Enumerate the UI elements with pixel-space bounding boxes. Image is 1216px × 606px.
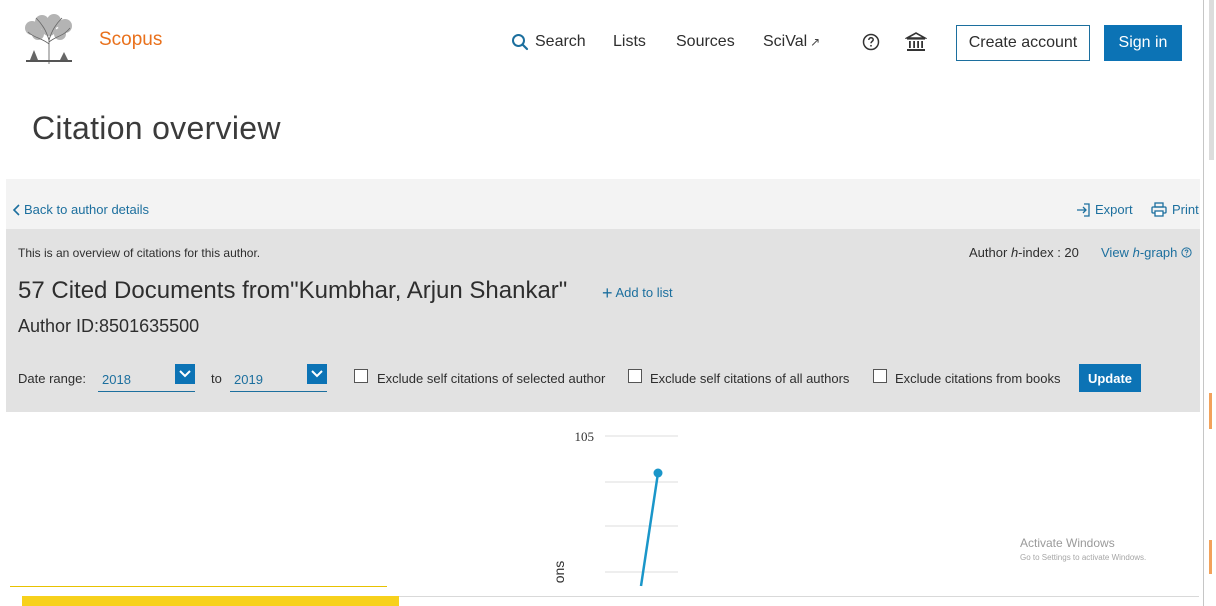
view-h-graph-link[interactable]: View h-graph: [1101, 245, 1192, 260]
cited-documents-title: 57 Cited Documents from"Kumbhar, Arjun S…: [18, 277, 568, 304]
chevron-down-icon: [175, 364, 195, 384]
exclude-self-selected-checkbox[interactable]: [354, 369, 368, 383]
update-button[interactable]: Update: [1079, 364, 1141, 392]
citation-chart: 105 ons: [551, 429, 678, 587]
help-circle-icon[interactable]: [862, 33, 880, 51]
bottom-divider: [399, 596, 1199, 597]
add-to-list-link[interactable]: + Add to list: [602, 282, 673, 303]
windows-watermark-subtitle: Go to Settings to activate Windows.: [1020, 553, 1147, 562]
view-h: h: [1132, 245, 1140, 260]
print-label: Print: [1172, 202, 1199, 217]
export-icon: [1077, 202, 1090, 217]
series-line: [639, 472, 660, 587]
back-link-label: Back to author details: [24, 202, 150, 217]
nav-scival-label: SciVal: [763, 33, 808, 50]
export-label: Export: [1095, 202, 1133, 217]
nav-lists[interactable]: Lists: [613, 33, 646, 51]
hindex-label: Author: [969, 245, 1008, 260]
author-id: Author ID:8501635500: [18, 316, 200, 336]
exclude-books-checkbox[interactable]: [873, 369, 887, 383]
author-h-index: Author h-index : 20: [969, 245, 1079, 260]
to-label: to: [211, 371, 222, 386]
page-title: Citation overview: [32, 110, 281, 146]
print-icon: [1151, 202, 1167, 217]
plus-icon: +: [602, 282, 613, 303]
highlight-rule: [10, 586, 387, 587]
exclude-self-all-checkbox[interactable]: [628, 369, 642, 383]
overview-intro: This is an overview of citations for thi…: [18, 246, 261, 260]
toolbar: Back to author details Export Print: [6, 179, 1207, 229]
filters-row: Date range: 2018 to 2019 Exclude self ci…: [18, 362, 1198, 396]
chevron-left-icon: [12, 203, 20, 216]
search-icon: [512, 34, 529, 51]
scroll-marker: [1209, 393, 1212, 429]
y-axis-label: ons: [551, 561, 567, 584]
nav-search-label: Search: [535, 33, 586, 50]
date-to-select[interactable]: 2019: [230, 364, 327, 392]
highlight-bar: [22, 596, 399, 606]
scroll-marker: [1209, 540, 1212, 574]
windows-watermark-title: Activate Windows: [1020, 536, 1115, 550]
nav-sources[interactable]: Sources: [676, 33, 735, 51]
exclude-books-label: Exclude citations from books: [895, 371, 1061, 386]
brand-name[interactable]: Scopus: [99, 29, 162, 51]
help-circle-icon: [1181, 247, 1192, 258]
date-to-value: 2019: [234, 372, 263, 387]
date-from-select[interactable]: 2018: [98, 364, 195, 392]
nav-search[interactable]: Search: [511, 33, 586, 51]
create-account-button[interactable]: Create account: [956, 25, 1090, 61]
chevron-down-icon: [307, 364, 327, 384]
date-range-label: Date range:: [18, 371, 86, 386]
nav-scival[interactable]: SciVal ↗: [763, 33, 820, 51]
header: Scopus Search Lists Sources SciVal ↗ Cre…: [0, 0, 1200, 88]
sign-in-button[interactable]: Sign in: [1104, 25, 1182, 61]
hindex-value: -index : 20: [1018, 245, 1079, 260]
exclude-self-all-label: Exclude self citations of all authors: [650, 371, 850, 386]
view-suffix: -graph: [1139, 245, 1178, 260]
scrollbar-edge: [1203, 0, 1204, 606]
external-link-icon: ↗: [810, 35, 821, 49]
scrollbar-thumb[interactable]: [1209, 0, 1214, 160]
back-to-author-link[interactable]: Back to author details: [12, 202, 149, 217]
institution-icon[interactable]: [905, 31, 927, 53]
export-link[interactable]: Export: [1076, 202, 1133, 217]
y-tick-label: 105: [575, 429, 595, 444]
data-point[interactable]: [653, 468, 663, 478]
date-from-value: 2018: [102, 372, 131, 387]
view-label: View: [1101, 245, 1129, 260]
elsevier-tree-logo-icon[interactable]: [20, 14, 78, 66]
print-link[interactable]: Print: [1151, 202, 1199, 217]
overview-panel: This is an overview of citations for thi…: [6, 229, 1207, 412]
exclude-self-selected-label: Exclude self citations of selected autho…: [377, 371, 606, 386]
add-to-list-label: Add to list: [615, 285, 673, 300]
